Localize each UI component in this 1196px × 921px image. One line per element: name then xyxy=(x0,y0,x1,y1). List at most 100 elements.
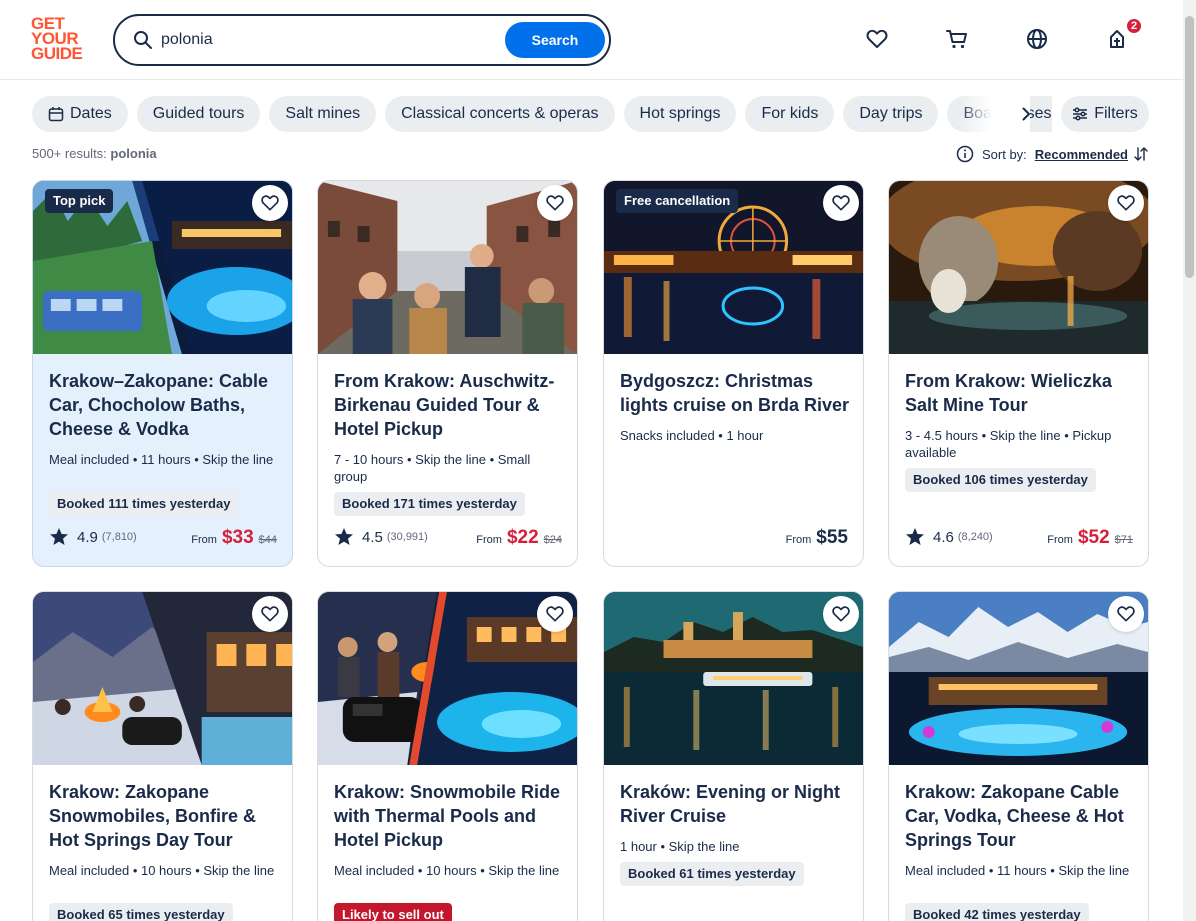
wishlist-heart-icon[interactable] xyxy=(252,185,288,221)
booked-count-badge: Booked 171 times yesterday xyxy=(334,492,525,516)
activity-details: Meal included • 11 hours • Skip the line xyxy=(49,452,274,467)
notification-badge: 2 xyxy=(1125,17,1143,35)
booked-count-badge: Booked 65 times yesterday xyxy=(49,903,233,921)
activity-details: 3 - 4.5 hours • Skip the line • Pickup a… xyxy=(905,428,1112,460)
activity-card[interactable]: From Krakow: Wieliczka Salt Mine Tour 3 … xyxy=(888,180,1149,567)
activity-title[interactable]: Krakow: Zakopane Snowmobiles, Bonfire & … xyxy=(49,780,279,852)
wishlist-heart-icon[interactable] xyxy=(537,596,573,632)
price: From $22 $24 xyxy=(476,527,562,549)
likely-to-sell-out-badge: Likely to sell out xyxy=(334,903,452,921)
activity-title[interactable]: From Krakow: Wieliczka Salt Mine Tour xyxy=(905,369,1135,417)
booked-count-badge: Booked 111 times yesterday xyxy=(49,492,239,516)
chip-day-trips[interactable]: Day trips xyxy=(843,96,939,132)
rating-score: 4.5 xyxy=(362,528,383,546)
star-icon xyxy=(50,528,68,545)
rating-score: 4.9 xyxy=(77,528,98,546)
activity-details: Snacks included • 1 hour xyxy=(620,428,764,443)
cart-icon[interactable] xyxy=(942,24,972,54)
price-amount: $52 xyxy=(1077,527,1110,548)
activity-title[interactable]: From Krakow: Auschwitz-Birkenau Guided T… xyxy=(334,369,564,441)
calendar-icon xyxy=(48,107,64,122)
search-input[interactable] xyxy=(161,27,491,53)
wishlist-heart-icon[interactable] xyxy=(1108,596,1144,632)
activity-card[interactable]: Kraków: Evening or Night River Cruise 1 … xyxy=(603,591,864,921)
price: From $55 xyxy=(786,527,848,549)
activity-title[interactable]: Krakow–Zakopane: Cable Car, Chocholow Ba… xyxy=(49,369,279,441)
activity-card[interactable]: Krakow: Snowmobile Ride with Thermal Poo… xyxy=(317,591,578,921)
results-count: 500+ results: polonia xyxy=(32,146,157,161)
wishlist-heart-icon[interactable] xyxy=(1108,185,1144,221)
activity-details: Meal included • 10 hours • Skip the line xyxy=(49,863,275,878)
original-price: $24 xyxy=(543,534,562,546)
price-from-label: From xyxy=(191,534,217,546)
filters-button[interactable]: Filters xyxy=(1061,96,1149,132)
wishlist-heart-icon[interactable] xyxy=(252,596,288,632)
wishlist-heart-icon[interactable] xyxy=(823,596,859,632)
price-amount: $55 xyxy=(816,527,848,548)
activity-card[interactable]: Krakow: Zakopane Snowmobiles, Bonfire & … xyxy=(32,591,293,921)
top-pick-tag: Top pick xyxy=(45,189,114,213)
scrollbar-thumb[interactable] xyxy=(1185,16,1194,278)
chip-classical-concerts[interactable]: Classical concerts & operas xyxy=(385,96,615,132)
chip-label: Dates xyxy=(70,105,112,122)
price: From $33 $44 xyxy=(191,527,277,549)
chip-dates[interactable]: Dates xyxy=(32,96,128,132)
filter-chips-row: Dates Guided tours Salt mines Classical co… xyxy=(32,96,1052,132)
chevron-right-icon[interactable] xyxy=(1013,101,1039,127)
logo-line: GUIDE xyxy=(31,44,83,63)
activity-card[interactable]: Krakow: Zakopane Cable Car, Vodka, Chees… xyxy=(888,591,1149,921)
activity-details: 7 - 10 hours • Skip the line • Small gro… xyxy=(334,452,531,484)
wishlist-heart-icon[interactable] xyxy=(823,185,859,221)
search-button[interactable]: Search xyxy=(505,22,605,58)
original-price: $44 xyxy=(258,534,277,546)
price-amount: $33 xyxy=(221,527,254,548)
rating-score: 4.6 xyxy=(933,528,954,546)
rating: 4.5 (30,991) xyxy=(334,525,428,549)
search-bar: Search xyxy=(113,14,611,66)
filters-label: Filters xyxy=(1094,105,1138,122)
wishlist-heart-icon[interactable] xyxy=(537,185,573,221)
activity-details: Meal included • 11 hours • Skip the line xyxy=(905,863,1130,878)
sort-arrows-icon[interactable] xyxy=(1133,146,1149,162)
sort-control[interactable]: Sort by: Recommended xyxy=(956,144,1149,164)
search-icon xyxy=(133,30,153,50)
activity-details: Meal included • 10 hours • Skip the line xyxy=(334,863,560,878)
review-count: (30,991) xyxy=(386,531,428,543)
activity-title[interactable]: Bydgoszcz: Christmas lights cruise on Br… xyxy=(620,369,850,417)
activity-card[interactable]: Top pick Krakow–Zakopane: Cable Car, Cho… xyxy=(32,180,293,567)
price-from-label: From xyxy=(1047,534,1073,546)
info-icon[interactable] xyxy=(956,145,974,163)
chip-hot-springs[interactable]: Hot springs xyxy=(623,96,737,132)
rating: 4.6 (8,240) xyxy=(905,525,993,549)
activity-card[interactable]: From Krakow: Auschwitz-Birkenau Guided T… xyxy=(317,180,578,567)
chip-salt-mines[interactable]: Salt mines xyxy=(269,96,377,132)
activity-details: 1 hour • Skip the line xyxy=(620,839,740,854)
original-price: $71 xyxy=(1114,534,1133,546)
wishlist-heart-icon[interactable] xyxy=(862,24,892,54)
chip-for-kids[interactable]: For kids xyxy=(745,96,835,132)
activity-title[interactable]: Kraków: Evening or Night River Cruise xyxy=(620,780,850,828)
getyourguide-logo[interactable]: GET YOUR GUIDE xyxy=(31,15,91,64)
price-from-label: From xyxy=(476,534,502,546)
price-amount: $22 xyxy=(506,527,539,548)
sort-label: Sort by: xyxy=(982,146,1027,162)
booked-count-badge: Booked 106 times yesterday xyxy=(905,468,1096,492)
booked-count-badge: Booked 61 times yesterday xyxy=(620,862,804,886)
star-icon xyxy=(335,528,353,545)
results-count-label: 500+ results: xyxy=(32,146,107,161)
activity-title[interactable]: Krakow: Zakopane Cable Car, Vodka, Chees… xyxy=(905,780,1135,852)
activity-title[interactable]: Krakow: Snowmobile Ride with Thermal Poo… xyxy=(334,780,564,852)
page-scrollbar[interactable] xyxy=(1183,0,1196,921)
activity-card[interactable]: Free cancellation Bydgoszcz: Christmas l… xyxy=(603,180,864,567)
globe-language-icon[interactable] xyxy=(1022,24,1052,54)
sort-value[interactable]: Recommended xyxy=(1035,147,1128,162)
booked-count-badge: Booked 42 times yesterday xyxy=(905,903,1089,921)
free-cancellation-tag: Free cancellation xyxy=(616,189,739,213)
top-header: GET YOUR GUIDE Search 2 xyxy=(0,0,1183,80)
results-query: polonia xyxy=(110,146,157,161)
review-count: (8,240) xyxy=(957,531,993,543)
chip-guided-tours[interactable]: Guided tours xyxy=(136,96,261,132)
star-icon xyxy=(906,528,924,545)
price: From $52 $71 xyxy=(1047,527,1133,549)
review-count: (7,810) xyxy=(101,531,137,543)
